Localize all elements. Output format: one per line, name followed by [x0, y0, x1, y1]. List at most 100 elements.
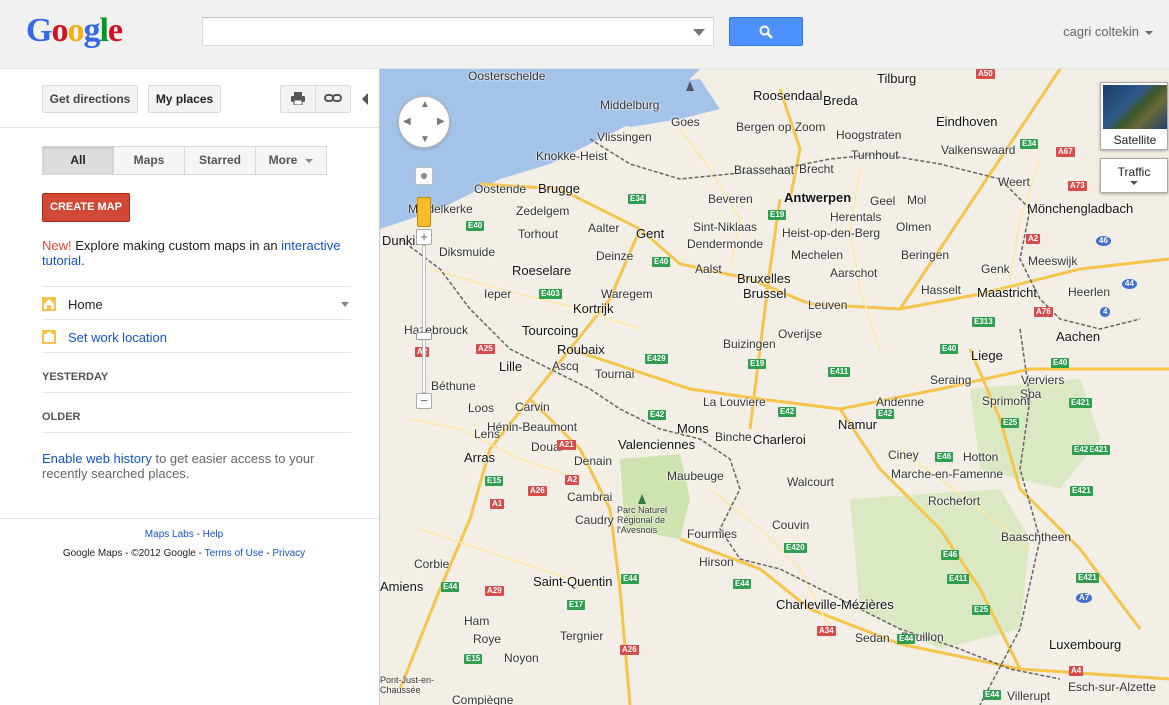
place-label[interactable]: Brugge [538, 181, 580, 196]
search-dropdown-icon[interactable] [693, 29, 705, 36]
place-label[interactable]: Waregem [601, 287, 653, 301]
place-label[interactable]: Goes [671, 115, 700, 129]
place-label[interactable]: Genk [981, 262, 1010, 276]
place-label[interactable]: Diksmuide [439, 245, 495, 259]
place-label[interactable]: Roeselare [512, 263, 571, 278]
place-label[interactable]: Caudry [575, 513, 614, 527]
place-label[interactable]: Sint-Niklaas [693, 220, 757, 234]
place-label[interactable]: Denain [574, 454, 612, 468]
place-label[interactable]: Tournai [595, 367, 634, 381]
place-label[interactable]: Hazebrouck [404, 323, 468, 337]
place-label[interactable]: Fourmies [687, 527, 737, 541]
place-label[interactable]: Knokke-Heist [536, 149, 607, 163]
place-label[interactable]: Couvin [772, 518, 809, 532]
place-label[interactable]: Mons [677, 421, 709, 436]
set-work-location-link[interactable]: Set work location [68, 330, 167, 345]
search-input[interactable] [202, 17, 714, 46]
place-label[interactable]: Sedan [855, 631, 890, 645]
place-label[interactable]: Rochefort [928, 494, 980, 508]
place-label[interactable]: Liege [971, 348, 1003, 363]
place-label[interactable]: Valkenswaard [941, 143, 1015, 157]
place-label[interactable]: Vlissingen [597, 130, 652, 144]
place-label[interactable]: Hirson [699, 555, 734, 569]
place-label[interactable]: Middelburg [600, 98, 659, 112]
place-label[interactable]: Torhout [518, 227, 558, 241]
place-label[interactable]: Cambrai [567, 490, 612, 504]
place-label[interactable]: Turnhout [851, 148, 899, 162]
place-label[interactable]: Heist-op-den-Berg [782, 226, 880, 240]
place-label[interactable]: Lille [499, 359, 522, 374]
place-label[interactable]: Compiègne [452, 693, 513, 705]
zoom-slider-handle[interactable] [416, 332, 432, 340]
place-label[interactable]: Mönchengladbach [1027, 201, 1133, 216]
pan-control[interactable]: ▲ ▼ ◀ ▶ [398, 96, 450, 148]
place-label[interactable]: Verviers [1021, 373, 1064, 387]
work-row[interactable]: Set work location [42, 329, 351, 347]
collapse-panel-icon[interactable] [362, 93, 368, 105]
place-label[interactable]: Hénin-Beaumont [487, 420, 577, 434]
place-label[interactable]: Herentals [830, 210, 881, 224]
home-row[interactable]: Home [42, 296, 351, 314]
place-label[interactable]: Tourcoing [522, 323, 578, 338]
search-button[interactable] [729, 17, 803, 46]
place-label[interactable]: Beveren [708, 192, 753, 206]
place-label[interactable]: Ieper [484, 287, 511, 301]
zoom-in-button[interactable]: + [416, 229, 432, 245]
place-label[interactable]: Andenne [876, 395, 924, 409]
place-label[interactable]: Aalter [588, 221, 619, 235]
privacy-link[interactable]: Privacy [272, 548, 305, 559]
account-menu[interactable]: cagri coltekin [1063, 24, 1153, 39]
place-label[interactable]: Ham [464, 614, 489, 628]
pan-left-icon[interactable]: ◀ [403, 117, 411, 127]
place-label[interactable]: Bergen op Zoom [736, 120, 825, 134]
place-label[interactable]: Carvin [515, 400, 550, 414]
place-label[interactable]: La Louviere [703, 395, 766, 409]
place-label[interactable]: Béthune [431, 379, 476, 393]
pegman-icon[interactable] [417, 197, 431, 227]
place-label[interactable]: Leuven [808, 298, 847, 312]
place-label[interactable]: Sprimont [982, 394, 1030, 408]
place-label[interactable]: Roye [473, 632, 501, 646]
place-label[interactable]: Corbie [414, 557, 449, 571]
place-label[interactable]: Dendermonde [687, 237, 763, 251]
place-label[interactable]: Baaschtheen [1001, 530, 1071, 544]
place-label[interactable]: Olmen [896, 220, 931, 234]
place-label[interactable]: Aachen [1056, 329, 1100, 344]
place-label[interactable]: Ciney [888, 448, 919, 462]
place-label[interactable]: Antwerpen [784, 190, 851, 205]
satellite-toggle[interactable]: Satellite [1100, 82, 1168, 150]
place-label[interactable]: Weert [998, 175, 1030, 189]
create-map-button[interactable]: CREATE MAP [42, 193, 130, 222]
place-label[interactable]: Aalst [695, 262, 722, 276]
place-label[interactable]: Bruxelles [737, 271, 790, 286]
place-label[interactable]: Lens [474, 427, 500, 441]
place-label[interactable]: Pont-Just-en-Chaussée [380, 675, 450, 695]
print-button[interactable] [280, 85, 316, 113]
pan-down-icon[interactable]: ▼ [420, 135, 430, 145]
place-label[interactable]: Maubeuge [667, 469, 724, 483]
place-label[interactable]: Charleroi [753, 432, 806, 447]
place-label[interactable]: Amiens [380, 579, 423, 594]
place-label[interactable]: Valenciennes [618, 437, 695, 452]
zoom-out-button[interactable]: − [416, 393, 432, 409]
place-label[interactable]: Oostende [474, 182, 526, 196]
get-directions-button[interactable]: Get directions [42, 85, 138, 113]
place-label[interactable]: Buizingen [723, 337, 776, 351]
place-label[interactable]: Charleville-Mézières [776, 597, 894, 612]
place-label[interactable]: Eindhoven [936, 114, 997, 129]
link-button[interactable] [315, 85, 351, 113]
pan-up-icon[interactable]: ▲ [420, 100, 430, 110]
place-label[interactable]: Esch-sur-Alzette [1068, 680, 1156, 694]
place-label[interactable]: Overijse [778, 327, 822, 341]
zoom-slider[interactable] [422, 245, 426, 393]
help-link[interactable]: Help [203, 529, 224, 540]
place-label[interactable]: Beringen [901, 248, 949, 262]
place-label[interactable]: Brasschaat [734, 163, 794, 177]
place-label[interactable]: Seraing [930, 373, 971, 387]
place-label[interactable]: Tilburg [877, 71, 916, 86]
place-label[interactable]: Aarschot [830, 266, 877, 280]
tab-more[interactable]: More [255, 146, 327, 175]
place-label[interactable]: Namur [838, 417, 877, 432]
place-label[interactable]: Gent [636, 226, 664, 241]
place-label[interactable]: Saint-Quentin [533, 574, 613, 589]
